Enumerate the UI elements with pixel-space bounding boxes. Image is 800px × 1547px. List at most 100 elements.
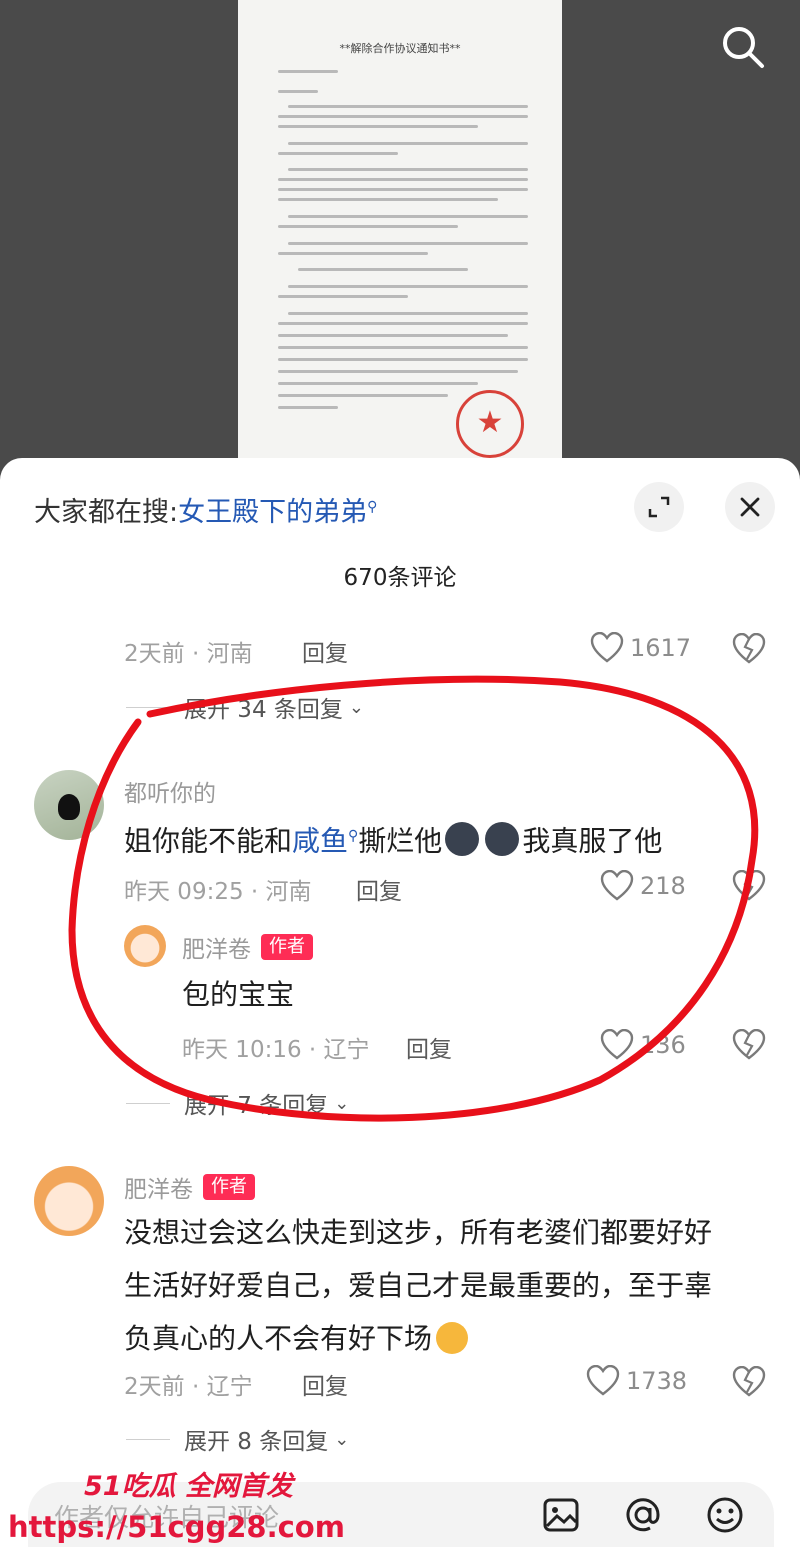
- expand-replies-button[interactable]: 展开 8 条回复 ⌄: [126, 1422, 349, 1456]
- close-button[interactable]: [725, 482, 775, 532]
- comment-text-part: 我真服了他: [522, 824, 663, 858]
- reply-button[interactable]: 回复: [302, 634, 348, 668]
- doc-text-line: [278, 295, 408, 298]
- dislike-icon[interactable]: [732, 870, 766, 902]
- author-badge: 作者: [261, 934, 313, 960]
- doc-text-line: [278, 382, 478, 385]
- like-button[interactable]: 1738: [586, 1365, 687, 1397]
- expand-icon: [648, 496, 670, 518]
- dislike-icon[interactable]: [732, 1029, 766, 1061]
- expand-fullscreen-button[interactable]: [634, 482, 684, 532]
- doc-text-line: [278, 322, 528, 325]
- doc-text-line: [278, 358, 528, 361]
- avatar[interactable]: [124, 925, 166, 967]
- chevron-down-icon: ⌄: [334, 1092, 350, 1114]
- doc-text-line: [278, 70, 338, 73]
- comment-text-part: 撕烂他: [358, 824, 443, 858]
- divider: [126, 1102, 170, 1104]
- heart-icon: [586, 1365, 620, 1396]
- like-button[interactable]: 136: [600, 1029, 686, 1061]
- doc-text-line: [298, 268, 468, 271]
- doc-text-line: [278, 152, 398, 155]
- hugging-emoji-icon: [436, 1322, 469, 1354]
- document-photo: **解除合作协议通知书** ★: [238, 0, 562, 470]
- like-button[interactable]: 1617: [590, 632, 691, 664]
- search-icon: ⚲: [348, 828, 359, 844]
- watermark-url: https://51cgg28.com: [8, 1510, 345, 1544]
- hot-search-keyword[interactable]: 女王殿下的弟弟: [178, 497, 367, 528]
- doc-text-line: [278, 125, 478, 128]
- comment-username[interactable]: 肥洋卷 作者: [124, 1170, 255, 1204]
- doc-text-line: [278, 198, 498, 201]
- watermark-brand: 51吃瓜 全网首发: [84, 1471, 293, 1502]
- doc-text-line: [278, 394, 448, 397]
- image-icon[interactable]: [540, 1494, 582, 1536]
- avatar[interactable]: [34, 770, 104, 840]
- reply-button[interactable]: 回复: [356, 872, 402, 906]
- red-seal-stamp: ★: [456, 390, 524, 458]
- comment-meta: 2天前 · 河南: [124, 641, 253, 667]
- search-keyword-link[interactable]: 咸鱼: [292, 824, 348, 857]
- comment-text-line: 生活好好爱自己，爱自己才是最重要的，至于辜: [124, 1269, 713, 1302]
- like-count: 136: [640, 1031, 686, 1059]
- expand-replies-label: 展开 7 条回复: [184, 1093, 329, 1119]
- like-count: 218: [640, 872, 686, 900]
- doc-text-line: [288, 312, 528, 315]
- doc-text-line: [278, 115, 528, 118]
- comment-text: 姐你能不能和咸鱼⚲撕烂他 我真服了他: [124, 810, 662, 867]
- doc-text-line: [278, 225, 458, 228]
- like-button[interactable]: 218: [600, 870, 686, 902]
- search-icon[interactable]: [718, 22, 768, 72]
- username-text: 肥洋卷: [124, 1177, 193, 1203]
- dislike-icon[interactable]: [732, 633, 766, 665]
- comment-text-line: 没想过会这么快走到这步，所有老婆们都要好好: [124, 1216, 713, 1249]
- doc-text-line: [288, 285, 528, 288]
- like-count: 1738: [626, 1367, 688, 1395]
- reply-username[interactable]: 肥洋卷 作者: [182, 930, 313, 964]
- author-badge: 作者: [203, 1174, 255, 1200]
- hot-search-prefix: 大家都在搜:: [34, 497, 179, 528]
- avatar[interactable]: [34, 1166, 104, 1236]
- chevron-down-icon: ⌄: [334, 1428, 350, 1450]
- doc-text-line: [288, 242, 528, 245]
- close-icon: [740, 497, 760, 517]
- divider: [126, 1438, 170, 1440]
- comment-count-title: 670条评论: [343, 565, 457, 591]
- doc-text-line: [288, 215, 528, 218]
- search-icon: ⚲: [367, 499, 378, 515]
- reply-text: 包的宝宝: [182, 978, 295, 1011]
- like-count: 1617: [630, 634, 692, 662]
- doc-text-line: [278, 334, 508, 337]
- divider: [126, 706, 170, 708]
- reply-meta: 昨天 10:16 · 辽宁: [182, 1037, 370, 1063]
- reply-button[interactable]: 回复: [302, 1367, 348, 1401]
- document-title: **解除合作协议通知书**: [339, 42, 461, 55]
- doc-text-line: [278, 370, 518, 373]
- doc-text-line: [278, 406, 338, 409]
- moon-emoji-icon: [485, 822, 520, 857]
- moon-emoji-icon: [445, 822, 480, 857]
- heart-icon: [590, 632, 624, 663]
- cat-silhouette: [58, 794, 80, 820]
- hot-search-bar[interactable]: 大家都在搜:女王殿下的弟弟⚲: [34, 490, 377, 529]
- heart-icon: [600, 870, 634, 901]
- reply-button[interactable]: 回复: [406, 1030, 452, 1064]
- expand-replies-label: 展开 8 条回复: [184, 1429, 329, 1455]
- doc-text-line: [278, 178, 528, 181]
- comment-meta: 昨天 09:25 · 河南: [124, 879, 312, 905]
- expand-replies-button[interactable]: 展开 34 条回复 ⌄: [126, 690, 364, 724]
- username-text: 都听你的: [124, 781, 216, 807]
- doc-text-line: [288, 142, 528, 145]
- doc-text-line: [278, 188, 528, 191]
- comment-meta: 2天前 · 辽宁: [124, 1374, 253, 1400]
- doc-text-line: [278, 346, 528, 349]
- chevron-down-icon: ⌄: [348, 696, 364, 718]
- mention-icon[interactable]: [622, 1494, 664, 1536]
- heart-icon: [600, 1029, 634, 1060]
- doc-text-line: [278, 90, 318, 93]
- comment-username[interactable]: 都听你的: [124, 774, 216, 808]
- comment-text-line: 负真心的人不会有好下场: [124, 1322, 433, 1355]
- dislike-icon[interactable]: [732, 1366, 766, 1398]
- expand-replies-button[interactable]: 展开 7 条回复 ⌄: [126, 1086, 349, 1120]
- emoji-icon[interactable]: [704, 1494, 746, 1536]
